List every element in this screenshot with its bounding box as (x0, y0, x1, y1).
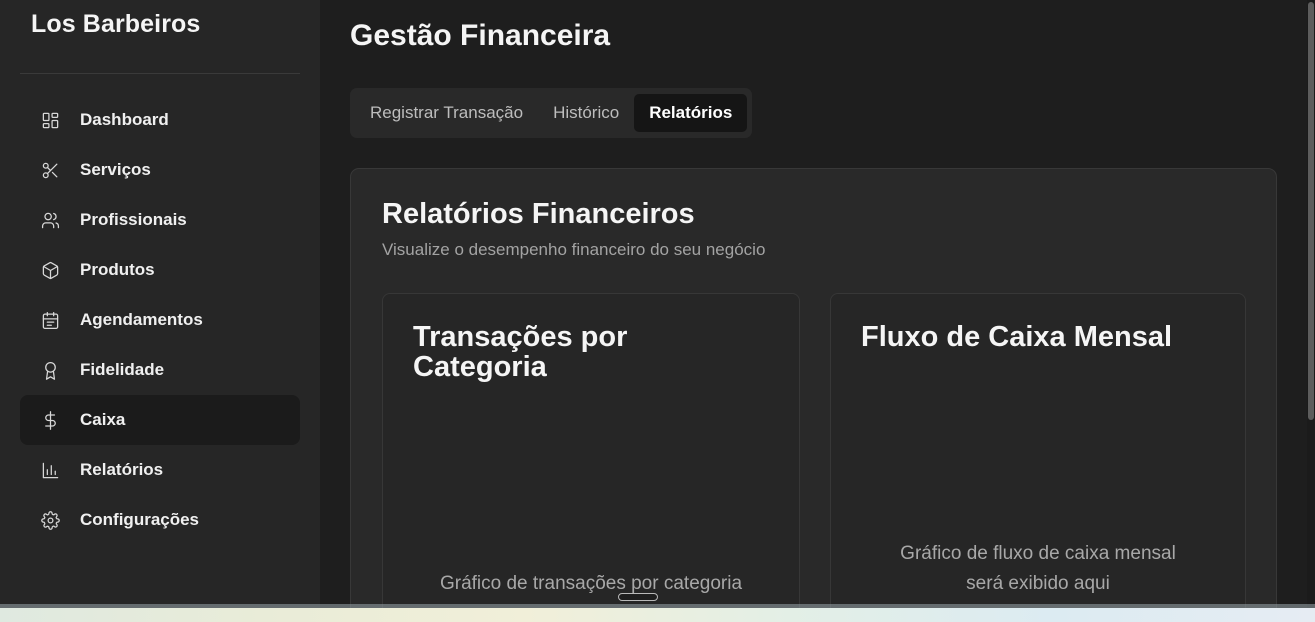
scissors-icon (40, 160, 60, 180)
brand-title: Los Barbeiros (31, 10, 201, 38)
calendar-icon (40, 310, 60, 330)
cash-flow-chart-placeholder: Gráfico de fluxo de caixa mensal será ex… (900, 543, 1176, 594)
sidebar-divider (20, 73, 300, 74)
users-icon (40, 210, 60, 230)
tab-historico[interactable]: Histórico (538, 94, 634, 132)
settings-icon (40, 510, 60, 530)
tab-registrar-transacao[interactable]: Registrar Transação (355, 94, 538, 132)
sidebar-item-servicos[interactable]: Serviços (20, 145, 300, 195)
cash-flow-card: Fluxo de Caixa Mensal Gráfico de fluxo d… (830, 293, 1246, 608)
app-window: Los Barbeiros Dashboard Serviços Profiss… (0, 0, 1315, 608)
award-icon (40, 360, 60, 380)
sidebar-nav: Dashboard Serviços Profissionais Produto… (20, 95, 300, 545)
reports-card: Relatórios Financeiros Visualize o desem… (350, 168, 1277, 608)
category-chart-placeholder: Gráfico de transações por categoria (439, 573, 743, 594)
sidebar-item-dashboard[interactable]: Dashboard (20, 95, 300, 145)
tab-list: Registrar Transação Histórico Relatórios (350, 88, 753, 138)
page-title: Gestão Financeira (350, 19, 611, 52)
scrollbar[interactable] (1307, 0, 1315, 608)
category-transactions-title: Transações por Categoria (413, 321, 628, 383)
dollar-icon (40, 410, 60, 430)
drag-handle[interactable] (618, 593, 658, 601)
sidebar-item-configuracoes[interactable]: Configurações (20, 495, 300, 545)
main-content: Gestão Financeira Registrar Transação Hi… (320, 0, 1315, 608)
reports-subtitle: Visualize o desempenho financeiro do seu… (382, 240, 766, 259)
taskbar-strip (0, 608, 1315, 622)
sidebar-item-label: Agendamentos (80, 310, 203, 329)
cash-flow-title: Fluxo de Caixa Mensal (861, 321, 1173, 353)
tab-relatorios[interactable]: Relatórios (634, 94, 748, 132)
sidebar-item-label: Serviços (80, 160, 151, 179)
sidebar-item-caixa[interactable]: Caixa (20, 395, 300, 445)
sidebar-item-label: Caixa (80, 410, 126, 429)
sidebar-item-label: Produtos (80, 260, 155, 279)
bar-chart-icon (40, 460, 60, 480)
sidebar-item-profissionais[interactable]: Profissionais (20, 195, 300, 245)
dashboard-icon (40, 110, 60, 130)
sidebar-item-label: Relatórios (80, 460, 164, 479)
sidebar-item-label: Configurações (80, 510, 200, 529)
box-icon (40, 260, 60, 280)
sidebar-item-label: Profissionais (80, 210, 187, 229)
sidebar-item-fidelidade[interactable]: Fidelidade (20, 345, 300, 395)
scrollbar-thumb[interactable] (1308, 2, 1314, 420)
sidebar-item-label: Dashboard (80, 110, 169, 129)
category-transactions-card: Transações por Categoria Gráfico de tran… (382, 293, 800, 608)
sidebar-item-relatorios[interactable]: Relatórios (20, 445, 300, 495)
sidebar: Los Barbeiros Dashboard Serviços Profiss… (0, 0, 320, 608)
sidebar-item-produtos[interactable]: Produtos (20, 245, 300, 295)
sidebar-item-agendamentos[interactable]: Agendamentos (20, 295, 300, 345)
sidebar-item-label: Fidelidade (80, 360, 165, 379)
reports-title: Relatórios Financeiros (382, 198, 695, 230)
